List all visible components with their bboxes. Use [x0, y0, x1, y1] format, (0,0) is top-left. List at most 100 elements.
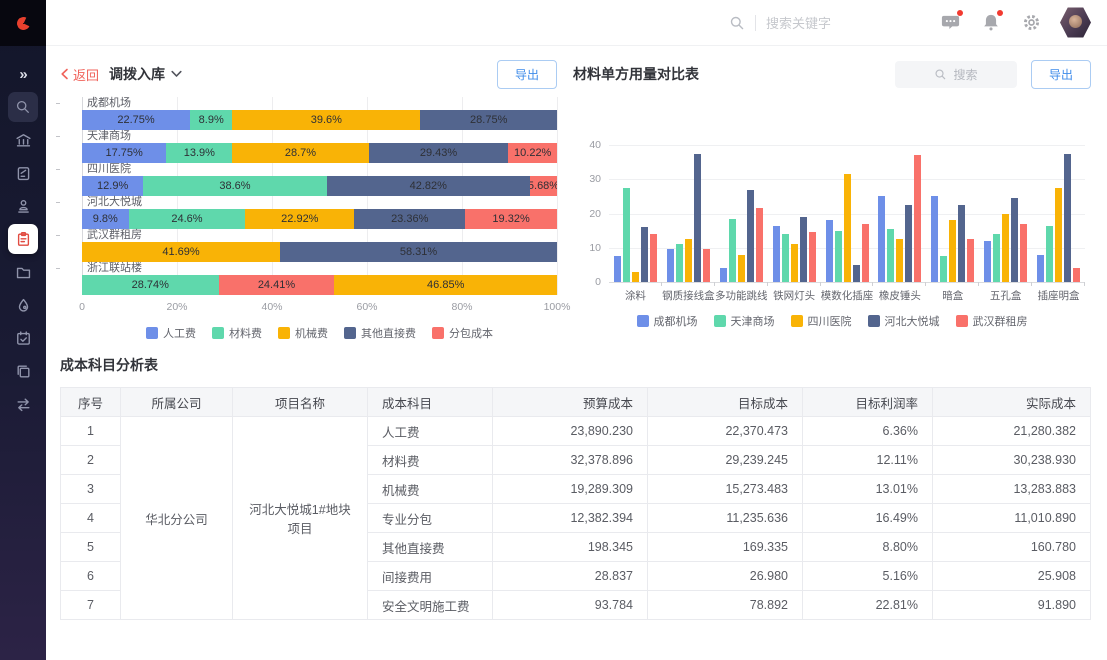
cell-target-cost: 22,370.473 — [648, 417, 803, 446]
x-tick-label: 40% — [261, 301, 282, 313]
bar-成都机场 — [984, 241, 991, 282]
bar-segment-材料费: 8.9% — [190, 110, 232, 130]
legend-swatch — [278, 327, 290, 339]
app-window: » — [0, 0, 1107, 660]
cell-cost-item: 安全文明施工费 — [368, 591, 493, 620]
bar-row: 河北大悦城9.8%24.6%22.92%23.36%19.32% — [82, 196, 557, 229]
bar-group — [926, 145, 979, 282]
cell-budget-cost: 19,289.309 — [493, 475, 648, 504]
sidebar-expand-icon[interactable]: » — [8, 59, 38, 89]
sidebar-item-search[interactable] — [8, 92, 38, 122]
back-label: 返回 — [73, 65, 99, 84]
bar-value-label: 22.92% — [281, 213, 318, 225]
bar-value-label: 28.74% — [132, 279, 169, 291]
table-header-cell: 成本科目 — [368, 388, 493, 417]
legend-swatch — [432, 327, 444, 339]
panel-transfer-inbound: 返回 调拨入库 导出 成都机场22.75%8.9%39.6%28.75%天津商场… — [60, 60, 557, 341]
cell-target-margin: 12.11% — [803, 446, 933, 475]
messages-button[interactable] — [940, 12, 961, 33]
sidebar-item-files[interactable] — [8, 257, 38, 287]
bar-value-label: 24.6% — [171, 213, 202, 225]
legend-label: 机械费 — [295, 325, 328, 341]
notifications-button[interactable] — [981, 12, 1001, 33]
bar-四川医院 — [685, 239, 692, 282]
panel-title-dropdown[interactable]: 调拨入库 — [109, 64, 182, 84]
cost-analysis-section: 成本科目分析表 序号所属公司项目名称成本科目预算成本目标成本目标利润率实际成本 … — [46, 341, 1107, 620]
bar-四川医院 — [1055, 188, 1062, 282]
cost-clipboard-icon — [15, 231, 32, 248]
y-tick-label: 20 — [589, 208, 601, 220]
sidebar-item-transfer[interactable] — [8, 389, 38, 419]
cell-cost-item: 其他直接费 — [368, 533, 493, 562]
bar-天津商场 — [887, 229, 894, 282]
bar-成都机场 — [931, 196, 938, 282]
y-tick-label: 0 — [595, 276, 601, 288]
bar-成都机场 — [878, 196, 885, 282]
legend-swatch — [637, 315, 649, 327]
sidebar-item-documents[interactable] — [8, 356, 38, 386]
bar-segment-人工费: 12.9% — [82, 176, 143, 196]
bar-天津商场 — [729, 219, 736, 282]
legend-label: 其他直接费 — [361, 325, 416, 341]
bar-segment-其他直接费: 42.82% — [327, 176, 530, 196]
bar-天津商场 — [623, 188, 630, 282]
chevron-down-icon — [171, 70, 182, 78]
sidebar-item-schedule[interactable] — [8, 323, 38, 353]
global-search[interactable]: 搜索关键字 — [729, 13, 886, 32]
bar-segment-机械费: 39.6% — [232, 110, 420, 130]
stamp-icon — [15, 198, 32, 215]
bar-row: 成都机场22.75%8.9%39.6%28.75% — [82, 97, 557, 130]
x-category-label: 暗盒 — [926, 288, 979, 303]
cell-actual-cost: 25.908 — [933, 562, 1091, 591]
export-button-right[interactable]: 导出 — [1031, 60, 1091, 89]
legend-item: 人工费 — [146, 325, 196, 341]
sidebar-item-cost-active[interactable] — [8, 224, 38, 254]
table-header-cell: 预算成本 — [493, 388, 648, 417]
bar-segment-机械费: 46.85% — [334, 275, 557, 295]
bar-天津商场 — [835, 231, 842, 282]
legend-item: 分包成本 — [432, 325, 493, 341]
bar-武汉群租房 — [1073, 268, 1080, 282]
x-category-label: 多功能跳线 — [715, 288, 768, 303]
bar-segment-其他直接费: 23.36% — [354, 209, 465, 229]
sidebar-item-orders[interactable] — [8, 158, 38, 188]
cell-target-cost: 78.892 — [648, 591, 803, 620]
table-title: 成本科目分析表 — [60, 355, 1091, 375]
y-tick-label: 10 — [589, 242, 601, 254]
sidebar-item-materials[interactable] — [8, 290, 38, 320]
legend-swatch — [956, 315, 968, 327]
cell-target-cost: 26.980 — [648, 562, 803, 591]
bar-value-label: 29.43% — [420, 147, 457, 159]
bar-segment-人工费: 9.8% — [82, 209, 129, 229]
cell-index: 6 — [61, 562, 121, 591]
x-category-label: 五孔盒 — [979, 288, 1032, 303]
table-header-cell: 目标利润率 — [803, 388, 933, 417]
app-logo[interactable] — [0, 0, 46, 46]
search-icon — [15, 99, 31, 115]
bar-河北大悦城 — [853, 265, 860, 282]
bar-成都机场 — [667, 249, 674, 282]
search-icon — [729, 15, 745, 31]
topbar: 搜索关键字 — [46, 0, 1107, 46]
bar-group — [662, 145, 715, 282]
legend-label: 分包成本 — [449, 325, 493, 341]
bar-segment-其他直接费: 29.43% — [369, 143, 509, 163]
chart-search-input[interactable]: 搜索 — [895, 61, 1017, 88]
user-avatar[interactable] — [1060, 7, 1091, 39]
legend-swatch — [791, 315, 803, 327]
bar-group — [768, 145, 821, 282]
sidebar-item-bank[interactable] — [8, 125, 38, 155]
back-link[interactable]: 返回 — [60, 65, 99, 84]
bar-segment-分包成本: 10.22% — [508, 143, 557, 163]
settings-button[interactable] — [1021, 12, 1042, 33]
bar-天津商场 — [940, 256, 947, 282]
bar-value-label: 28.7% — [285, 147, 316, 159]
bar-category-label: 天津商场 — [82, 130, 557, 143]
droplet-icon — [15, 297, 32, 314]
bar-武汉群租房 — [914, 155, 921, 282]
bar-value-label: 58.31% — [400, 246, 437, 258]
legend-item: 武汉群租房 — [956, 313, 1028, 329]
double-chevron-icon: » — [19, 66, 26, 83]
sidebar-item-contacts[interactable] — [8, 191, 38, 221]
export-button-left[interactable]: 导出 — [497, 60, 557, 89]
